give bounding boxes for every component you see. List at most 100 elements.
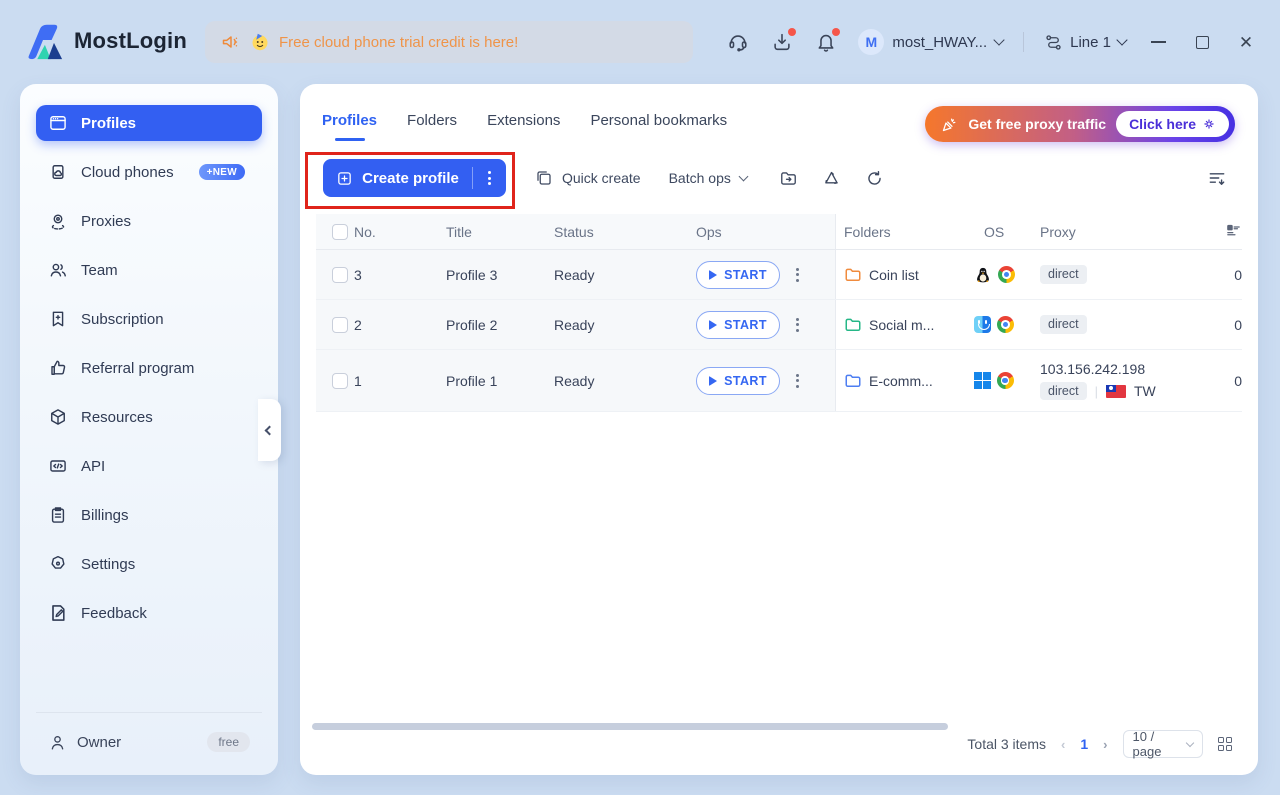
banner-text: Free cloud phone trial credit is here! [279, 33, 519, 51]
row-checkbox[interactable] [332, 266, 348, 283]
cell-folder: E-comm... [869, 372, 933, 389]
cell-no: 3 [354, 266, 362, 283]
select-all-checkbox[interactable] [332, 223, 348, 240]
api-code-icon [50, 460, 66, 472]
promo-label: Get free proxy traffic [968, 116, 1107, 132]
header-divider [1023, 32, 1025, 52]
move-to-folder-button[interactable] [779, 168, 799, 188]
tab-personal-bookmarks[interactable]: Personal bookmarks [590, 112, 727, 133]
sidebar-item-settings[interactable]: Settings [36, 546, 262, 582]
pagination: Total 3 items ‹ 1 › 10 / page [967, 729, 1232, 759]
linux-icon [977, 267, 989, 282]
sidebar-item-api[interactable]: API [36, 448, 262, 484]
start-label: START [724, 267, 767, 282]
sidebar-item-subscription[interactable]: Subscription [36, 301, 262, 337]
sidebar-item-feedback[interactable]: Feedback [36, 595, 262, 631]
download-icon[interactable] [770, 28, 797, 54]
cell-no: 1 [354, 372, 362, 389]
notification-bell-icon[interactable] [814, 28, 841, 54]
owner-row[interactable]: Owner free [36, 725, 262, 759]
support-headset-icon[interactable] [726, 30, 750, 54]
cell-count: 0 [1234, 372, 1242, 389]
table-row: 3 Profile 3 Ready START Coin list direct… [316, 250, 1242, 300]
header-actions: M most_HWAY... Line 1 ✕ [726, 0, 1258, 84]
sidebar-item-label: Subscription [81, 310, 164, 328]
tab-extensions[interactable]: Extensions [487, 112, 560, 133]
sidebar-item-label: Feedback [81, 604, 147, 622]
billing-clipboard-icon [51, 507, 65, 523]
quick-create-button[interactable]: Quick create [535, 169, 641, 187]
sidebar-item-referral-program[interactable]: Referral program [36, 350, 262, 386]
prev-page-button[interactable]: ‹ [1061, 737, 1065, 752]
line-selector[interactable]: Line 1 [1044, 33, 1128, 52]
sidebar-item-proxies[interactable]: Proxies [36, 203, 262, 239]
sidebar-item-team[interactable]: Team [36, 252, 262, 288]
batch-ops-dropdown[interactable]: Batch ops [669, 170, 749, 186]
start-profile-button[interactable]: START [696, 310, 780, 339]
thumbs-up-icon [51, 360, 66, 375]
profiles-toolbar: Quick create Batch ops [535, 159, 885, 197]
create-profile-button[interactable]: Create profile [323, 159, 506, 197]
sidebar-item-label: Team [81, 261, 118, 279]
cell-status: Ready [554, 372, 595, 389]
party-face-emoji [252, 33, 268, 51]
column-header-status: Status [554, 223, 594, 240]
bell-notification-dot [832, 28, 841, 36]
cell-status: Ready [554, 316, 595, 333]
refresh-icon [868, 170, 882, 185]
next-page-button[interactable]: › [1103, 737, 1107, 752]
tab-folders[interactable]: Folders [407, 112, 457, 133]
table-filter-button[interactable] [1207, 168, 1227, 188]
chrome-icon [998, 266, 1015, 283]
cell-count: 0 [1234, 266, 1242, 283]
download-notification-dot [788, 28, 797, 36]
total-items-label: Total 3 items [967, 736, 1047, 752]
sidebar-item-resources[interactable]: Resources [36, 399, 262, 435]
bookmark-plus-icon [52, 311, 64, 327]
create-profile-main[interactable]: Create profile [323, 170, 472, 187]
start-profile-button[interactable]: START [696, 260, 780, 289]
create-profile-more-button[interactable] [473, 171, 506, 185]
minimize-button[interactable] [1146, 30, 1170, 54]
row-checkbox[interactable] [332, 316, 348, 333]
folder-icon [845, 268, 861, 281]
cell-no: 2 [354, 316, 362, 333]
start-label: START [724, 317, 767, 332]
proxy-type-tag: direct [1040, 265, 1087, 284]
page-size-select[interactable]: 10 / page [1122, 729, 1203, 759]
tab-profiles[interactable]: Profiles [322, 112, 377, 133]
column-settings-button[interactable] [1202, 222, 1242, 242]
row-checkbox[interactable] [332, 372, 348, 389]
promo-click-here-button[interactable]: Click here [1116, 111, 1229, 137]
content-tabs: Profiles Folders Extensions Personal boo… [322, 112, 727, 133]
sidebar-collapse-toggle[interactable] [258, 399, 281, 461]
start-profile-button[interactable]: START [696, 366, 780, 395]
sidebar-item-label: Resources [81, 408, 153, 426]
proxy-type-tag: direct [1040, 315, 1087, 334]
sidebar-item-billings[interactable]: Billings [36, 497, 262, 533]
megaphone-icon [222, 36, 238, 48]
sidebar: Profiles Cloud phones +NEW Proxies Team … [20, 84, 278, 775]
row-more-button[interactable] [796, 267, 799, 282]
recycle-bin-button[interactable] [822, 168, 842, 188]
chevron-down-icon [1185, 738, 1194, 748]
row-more-button[interactable] [796, 373, 799, 388]
sidebar-item-profiles[interactable]: Profiles [36, 105, 262, 141]
row-more-button[interactable] [796, 317, 799, 332]
proxy-promo-banner[interactable]: Get free proxy traffic Click here [925, 106, 1235, 142]
refresh-button[interactable] [865, 168, 885, 188]
cell-title: Profile 1 [446, 372, 498, 389]
recycle-icon [825, 171, 839, 184]
close-button[interactable]: ✕ [1234, 30, 1258, 54]
horizontal-scrollbar[interactable] [312, 723, 948, 730]
owner-label: Owner [77, 733, 122, 751]
page-number[interactable]: 1 [1080, 736, 1088, 752]
announcement-banner[interactable]: Free cloud phone trial credit is here! [205, 21, 693, 63]
play-icon [709, 375, 718, 386]
sidebar-item-cloud-phones[interactable]: Cloud phones +NEW [36, 154, 262, 190]
account-menu[interactable]: M most_HWAY... [858, 29, 1005, 55]
grid-view-button[interactable] [1217, 736, 1232, 752]
proxy-ip: 103.156.242.198 [1040, 360, 1146, 377]
network-route-icon [1046, 34, 1061, 50]
maximize-button[interactable] [1190, 30, 1214, 54]
